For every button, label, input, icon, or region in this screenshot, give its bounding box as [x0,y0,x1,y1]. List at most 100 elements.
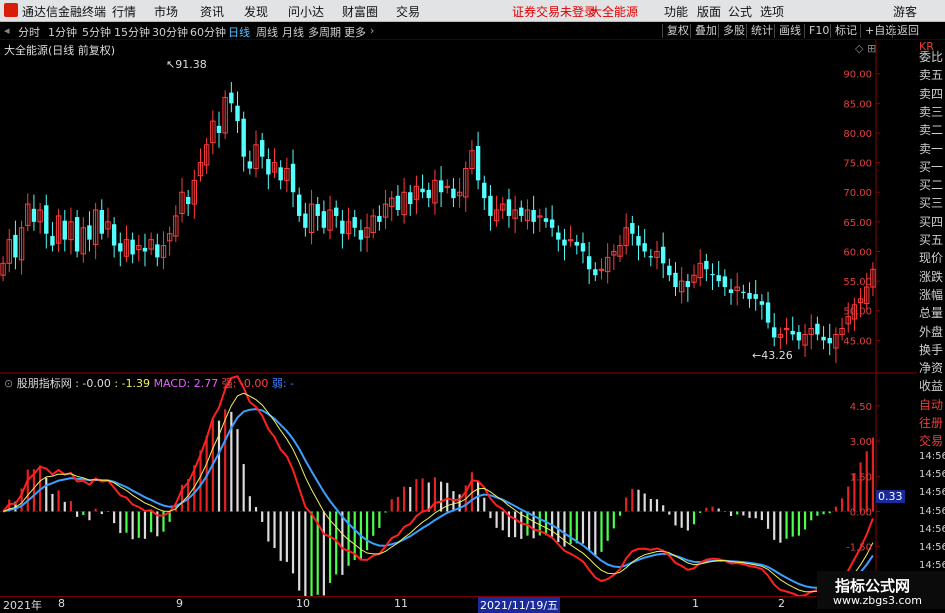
macd-current-value: 0.33 [876,490,905,503]
candle-body [303,213,308,228]
period-bar: ◂ 分时 1分钟 5分钟 15分钟 30分钟 60分钟 日线 周线 月线 多周期… [0,22,945,40]
candle-body [648,256,654,258]
side-item: 买五 [919,233,944,247]
menu-hangqing[interactable]: 行情 [112,3,136,20]
candle-body [685,281,691,288]
period-5min[interactable]: 5分钟 [82,24,111,40]
macd-histogram [8,409,875,605]
candle-body [790,330,795,335]
menu-caifuquan[interactable]: 财富圈 [342,3,378,20]
candle-body [630,223,635,234]
period-30min[interactable]: 30分钟 [152,24,188,40]
candle-body [667,265,672,276]
chart-area[interactable]: 90.0085.0080.0075.0070.0065.0060.0055.00… [0,40,917,609]
candle-body [247,161,253,169]
side-item: 买一 [919,159,944,174]
collapse-icon[interactable]: ◂ [4,24,10,37]
menu-gongshi[interactable]: 公式 [728,3,752,20]
menu-jiaoyi[interactable]: 交易 [396,3,420,20]
candle-body [74,217,80,252]
candle-body [13,234,18,258]
period-daily[interactable]: 日线 [228,24,250,40]
menu-xuanxiang[interactable]: 选项 [760,3,784,20]
menu-wenxiaoda[interactable]: 问小达 [288,3,324,20]
candle-body [593,269,598,276]
candle-body [796,332,802,341]
date-label-aug: 8 [58,597,65,610]
indicator-strong: 强: -0.00 [221,377,269,390]
candle-body [549,219,555,228]
period-monthly[interactable]: 月线 [282,24,304,40]
period-multi[interactable]: 多周期 [308,24,341,40]
btn-f10[interactable]: F10 [804,24,833,38]
candle-body [704,260,709,270]
indicator-toggle-icon[interactable]: ⊙ [4,377,13,390]
candle-body [216,125,222,133]
high-price-value: 91.38 [175,58,207,71]
period-fenshi[interactable]: 分时 [18,24,40,40]
candle-body [266,159,271,175]
period-60min[interactable]: 60分钟 [190,24,226,40]
candlestick-series [0,82,876,363]
selected-date: 2021/11/19/五 [478,597,561,613]
period-15min[interactable]: 15分钟 [114,24,150,40]
side-item: 买三 [919,196,944,211]
candle-body [352,217,357,228]
candle-body [673,272,678,288]
period-more[interactable]: 更多 [344,24,366,40]
price-tick-label: 75.00 [843,159,872,170]
candle-body [821,336,826,341]
btn-fuquan[interactable]: 复权 [662,24,693,38]
btn-return[interactable]: 返回 [892,24,923,38]
side-item: 卖三 [919,104,944,119]
candle-body [44,205,49,234]
price-tick-label: 50.00 [843,307,872,318]
side-item: 买四 [919,214,944,229]
side-item: 14:56 [919,560,945,572]
menu-shichang[interactable]: 市场 [154,3,178,20]
candle-body [408,192,413,205]
menu-banmian[interactable]: 版面 [697,3,721,20]
candle-body [710,274,715,276]
candle-body [488,195,493,216]
candle-body [741,291,746,293]
btn-duogu[interactable]: 多股 [718,24,749,38]
candle-body [827,338,832,344]
user-label[interactable]: 游客 [893,3,917,20]
candle-body [426,189,431,199]
menu-faxian[interactable]: 发现 [244,3,268,20]
side-item: 卖四 [919,86,944,101]
candle-body [334,207,339,216]
login-notice[interactable]: 证券交易未登录 [512,3,596,20]
indicator-v1: : -0.00 [75,377,111,390]
candle-body [99,210,104,234]
candle-body [296,194,302,216]
btn-tongji[interactable]: 统计 [746,24,777,38]
candle-body [235,105,240,122]
menu-zixun[interactable]: 资讯 [200,3,224,20]
period-weekly[interactable]: 周线 [256,24,278,40]
side-item: 外盘 [919,324,944,339]
more-chevron-icon[interactable]: › [370,24,374,37]
candle-body [31,208,37,222]
chart-settings-icon[interactable]: ◇ ⊞ [855,42,876,55]
btn-huaxian[interactable]: 画线 [774,24,805,38]
macd-lines [2,375,874,598]
period-1min[interactable]: 1分钟 [48,24,77,40]
menu-gongneng[interactable]: 功能 [664,3,688,20]
indicator-header: ⊙ 股朋指标网 : -0.00 : -1.39 MACD: 2.77 强: -0… [4,375,294,391]
btn-diejia[interactable]: 叠加 [690,24,721,38]
side-item: 卖一 [919,141,944,156]
macd-tick-label: 4.50 [850,402,872,413]
side-item: 自动 [919,397,944,412]
candle-body [142,247,148,252]
candle-body [155,244,160,258]
price-tick-label: 60.00 [843,247,872,258]
price-tick-label: 65.00 [843,218,872,229]
candle-body [660,246,666,264]
main-chart-label: 大全能源(日线 前复权) [4,44,116,57]
side-item: 14:56 [919,487,945,499]
title-bar: 通达信金融终端 行情 市场 资讯 发现 问小达 财富圈 交易 证券交易未登录 大… [0,0,945,22]
side-item: 收益 [919,379,944,394]
btn-biaoji[interactable]: 标记 [830,24,861,38]
